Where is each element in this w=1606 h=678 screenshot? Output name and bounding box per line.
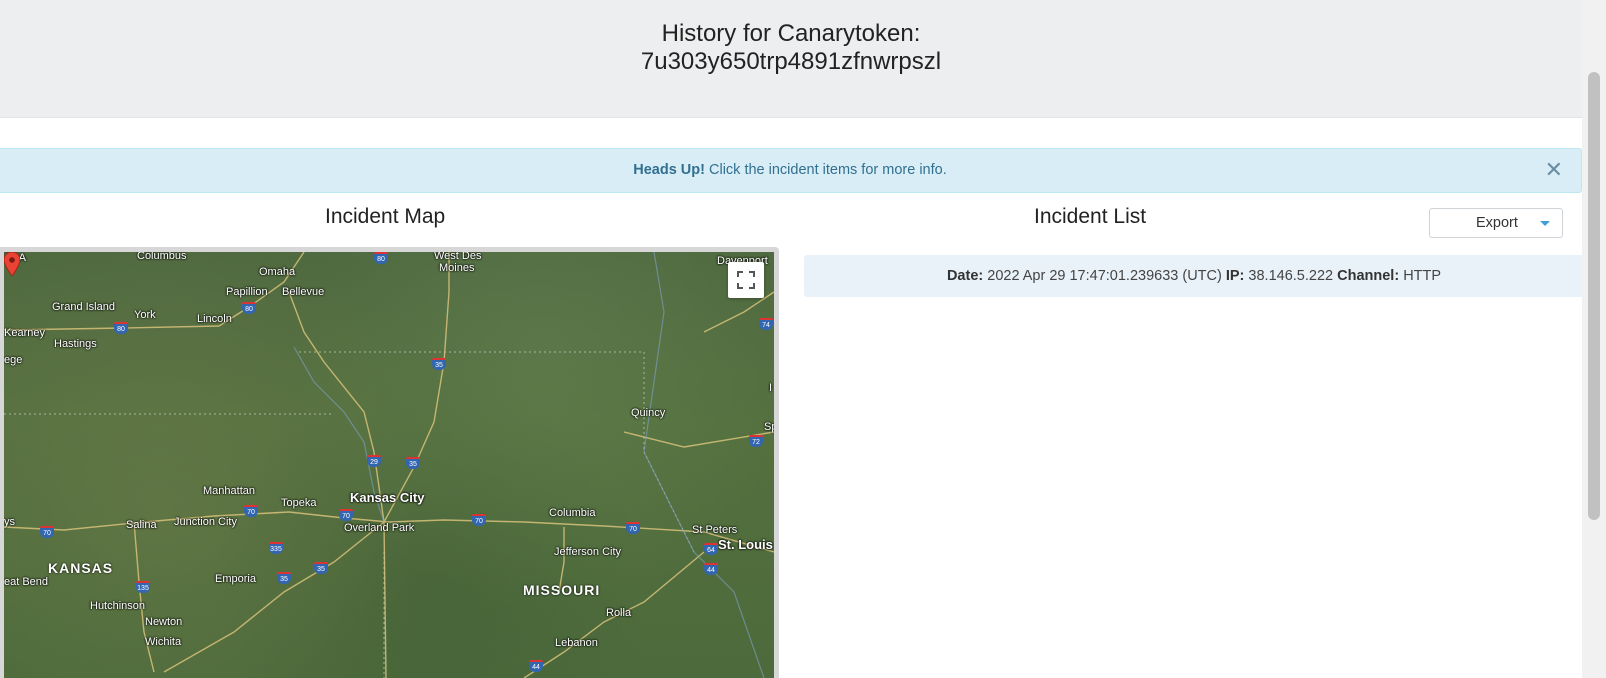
highway-shield: 80: [242, 302, 256, 314]
city-label: Salina: [126, 519, 157, 531]
map-roads: [4, 252, 774, 678]
highway-shield: 72: [749, 435, 763, 447]
city-label: ys: [4, 516, 15, 528]
highway-shield: 70: [244, 505, 258, 517]
ip-value: 38.146.5.222: [1248, 268, 1334, 284]
chevron-down-icon: [1540, 221, 1550, 226]
city-label: York: [134, 309, 156, 321]
highway-shield: 70: [40, 526, 54, 538]
date-label: Date:: [946, 268, 984, 284]
city-label: Junction City: [174, 516, 237, 528]
city-label: Quincy: [631, 407, 666, 419]
highway-shield: 35: [314, 562, 328, 574]
date-value: 2022 Apr 29 17:47:01.239633 (UTC): [987, 268, 1222, 284]
highway-shield: 70: [339, 509, 353, 521]
fullscreen-button[interactable]: [728, 262, 764, 298]
city-label: Papillion: [226, 286, 268, 298]
page-header: History for Canarytoken: 7u303y650trp489…: [0, 0, 1582, 118]
channel-label: Channel:: [1337, 268, 1400, 284]
city-label: eat Bend: [4, 576, 49, 588]
export-label: Export: [1476, 215, 1518, 231]
export-dropdown-button[interactable]: Export: [1429, 208, 1563, 238]
highway-shield: 64: [704, 543, 718, 555]
city-label: Sp: [764, 421, 774, 433]
highway-shield: 135: [136, 581, 150, 593]
city-label: Rolla: [606, 607, 632, 619]
city-label: ege: [4, 354, 23, 366]
city-label: Bellevue: [282, 286, 325, 298]
city-label: Kearney: [4, 327, 45, 339]
city-label: St. Louis: [718, 537, 773, 552]
close-icon[interactable]: ✕: [1545, 149, 1563, 190]
fullscreen-icon: [737, 271, 755, 289]
city-label: Kansas City: [350, 490, 425, 505]
highway-shield: 29: [367, 455, 381, 467]
info-alert: Heads Up! Click the incident items for m…: [0, 148, 1582, 193]
city-label: Newton: [145, 616, 183, 628]
city-label: Topeka: [281, 497, 317, 509]
highway-shield: 44: [704, 563, 718, 575]
city-label: Grand Island: [52, 301, 115, 313]
incident-list-item[interactable]: Date: 2022 Apr 29 17:47:01.239633 (UTC) …: [804, 255, 1584, 297]
vertical-scrollbar[interactable]: [1582, 0, 1606, 678]
city-label: Columbus: [137, 252, 187, 262]
city-label: Lebanon: [555, 637, 598, 649]
city-label: Moines: [439, 262, 475, 274]
alert-strong: Heads Up!: [633, 162, 705, 178]
city-label: St Peters: [692, 524, 738, 536]
highway-shield: 35: [406, 457, 420, 469]
city-label: West Des: [434, 252, 482, 262]
city-label: Omaha: [259, 266, 296, 278]
city-label: Emporia: [215, 573, 256, 585]
highway-shield: 74: [759, 318, 773, 330]
state-label: MISSOURI: [523, 582, 601, 598]
highway-shield: 80: [114, 322, 128, 334]
city-label: Hutchinson: [90, 600, 146, 612]
highway-shield: 35: [432, 358, 446, 370]
city-label: Manhattan: [203, 485, 255, 497]
city-label: I: [769, 382, 773, 394]
city-label: Columbia: [549, 507, 596, 519]
highway-shield: 80: [374, 252, 388, 264]
channel-value: HTTP: [1403, 268, 1442, 284]
token-id: 7u303y650trp4891zfnwrpszl: [640, 48, 942, 75]
page-title-line1: History for Canarytoken:: [661, 20, 921, 47]
city-label: Jefferson City: [554, 546, 622, 558]
highway-shield: 35: [277, 572, 291, 584]
location-pin-icon[interactable]: [4, 252, 20, 276]
incident-map[interactable]: SKA Columbus West Des Moines Davenport O…: [4, 252, 774, 678]
highway-shield: 335: [269, 542, 283, 554]
incident-list-heading: Incident List: [1034, 205, 1147, 228]
city-label: Overland Park: [344, 522, 415, 534]
highway-shield: 70: [626, 522, 640, 534]
state-label: KANSAS: [48, 560, 114, 576]
incident-map-heading: Incident Map: [325, 205, 446, 228]
ip-label: IP:: [1225, 268, 1245, 284]
city-label: Hastings: [54, 338, 97, 350]
scrollbar-thumb[interactable]: [1588, 72, 1600, 520]
city-label: Lincoln: [197, 313, 232, 325]
highway-shield: 44: [529, 660, 543, 672]
city-label: Wichita: [145, 636, 182, 648]
alert-text: Click the incident items for more info.: [704, 162, 947, 178]
incident-map-frame: SKA Columbus West Des Moines Davenport O…: [0, 247, 779, 678]
highway-shield: 70: [472, 514, 486, 526]
